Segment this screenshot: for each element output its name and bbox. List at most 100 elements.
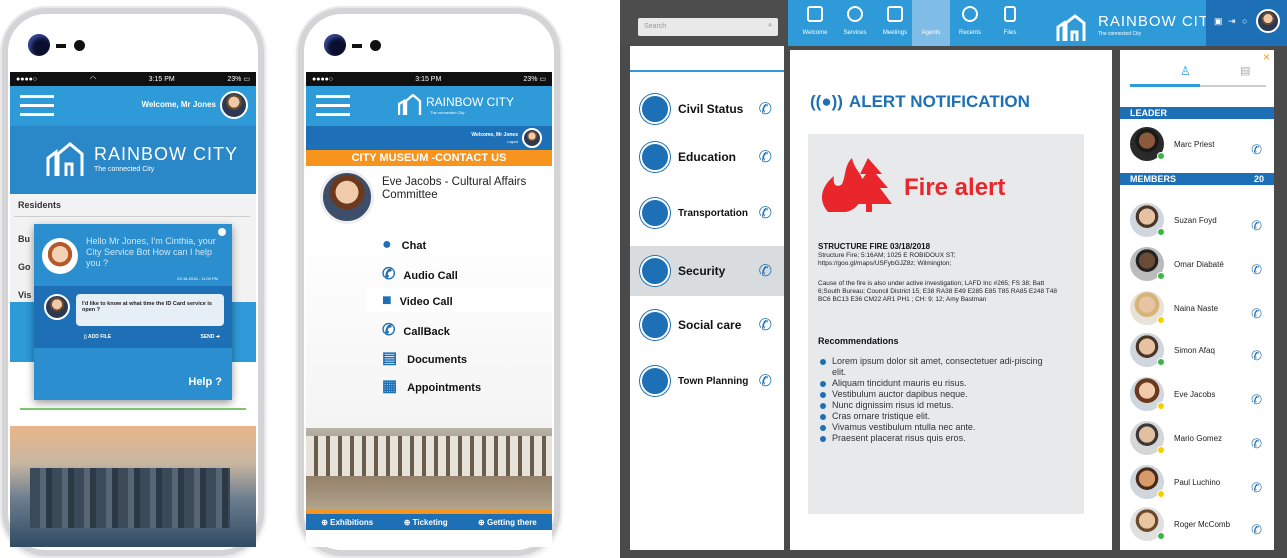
nav-services[interactable]: Services [835,0,875,46]
category-town-planning[interactable]: Town Planning ✆ [630,356,784,406]
file-icon[interactable]: ▤ [1240,64,1250,77]
leader-row[interactable]: Marc Priest ✆ [1120,124,1272,164]
callback-action[interactable]: ✆ CallBack [382,320,450,340]
contact-avatar [320,170,374,224]
phone-icon[interactable]: ✆ [759,261,772,281]
logout-link[interactable]: Logout [507,140,518,144]
fire-details: Structure Fire; 5:16AM; 1025 E ROBIDOUX … [818,252,956,267]
avatar[interactable] [522,128,542,148]
settings-icon[interactable]: ▣ [1214,16,1223,27]
heart-hand-icon [640,310,670,340]
footer-link-exhibitions[interactable]: ⊕ Exhibitions [321,518,373,527]
nav-meetings[interactable]: Meetings [875,0,915,46]
members-header: MEMBERS 20 [1120,173,1274,185]
nav-agents[interactable]: Agents [912,0,950,46]
leader-header: LEADER [1120,107,1274,119]
menu-item-residents[interactable]: Residents [18,200,61,210]
category-security[interactable]: Security ✆ [630,246,784,296]
phone-icon[interactable]: ✆ [759,371,772,391]
bot-avatar [42,238,78,274]
documents-action[interactable]: ▤ Documents [382,348,467,368]
list-item: Lorem ipsum dolor sit amet, consectetuer… [818,356,1054,378]
brand-name: RAINBOW CITY [426,95,515,109]
menu-item[interactable]: Vis [18,290,31,300]
menu-item[interactable]: Bu [18,234,30,244]
brand-tagline: The connected City [430,110,465,115]
phone-icon[interactable]: ✆ [1251,262,1262,278]
member-row[interactable]: Eve Jacobs ✆ [1120,374,1272,414]
category-transportation[interactable]: Transportation ✆ [630,188,784,238]
callback-icon: ✆ [382,322,396,339]
video-call-action[interactable]: ■ Video Call [382,292,453,310]
city-logo-icon [398,94,422,115]
category-education[interactable]: Education ✆ [630,132,784,182]
brand-name: RAINBOW CITY [94,144,239,164]
phone-icon[interactable]: ✆ [1251,480,1262,496]
search-input[interactable]: Search ⌕ [638,18,778,36]
nav-welcome[interactable]: Welcome [795,0,835,46]
member-row[interactable]: Paul Luchino ✆ [1120,462,1272,502]
structure-fire-title: STRUCTURE FIRE 03/18/2018 [818,242,931,251]
member-row[interactable]: Naina Naste ✆ [1120,288,1272,328]
phone-icon[interactable]: ✆ [1251,348,1262,364]
list-item: Praesent placerat risus quis eros. [818,433,1054,444]
close-icon[interactable]: × [1263,50,1270,64]
menu-item[interactable]: Go [18,262,31,272]
help-button[interactable]: Help ? [188,376,222,388]
member-row[interactable]: Omar Diabaté ✆ [1120,244,1272,284]
phone-icon[interactable]: ✆ [759,147,772,167]
phone-icon[interactable]: ✆ [1251,392,1262,408]
phone-icon[interactable]: ✆ [1251,436,1262,452]
documents-icon: ▤ [382,350,398,367]
contact-name: Eve Jacobs - Cultural Affairs Committee [382,176,527,201]
list-item: Nunc dignissim risus id metus. [818,400,1054,411]
phone-icon[interactable]: ✆ [759,203,772,223]
avatar [1130,291,1165,325]
message-timestamp: 03-18-2018 - 11:00 PM [177,276,218,281]
member-row[interactable]: Simon Afaq ✆ [1120,330,1272,370]
fire-cause: Cause of the fire is also under active i… [818,280,1057,303]
footer-link-ticketing[interactable]: ⊕ Ticketing [404,518,448,527]
footer-nav: ⊕ Exhibitions ⊕ Ticketing ⊕ Getting ther… [306,514,552,530]
police-icon [640,256,670,286]
avatar [1130,421,1165,455]
category-social-care[interactable]: Social care ✆ [630,300,784,350]
audio-call-action[interactable]: ✆ Audio Call [382,264,458,284]
phone-icon[interactable]: ✆ [1251,306,1262,322]
send-button[interactable]: SEND ➜ [201,334,221,340]
avatar[interactable] [220,91,248,119]
add-file-button[interactable]: ▯ ADD FILE [84,334,111,340]
phone-icon[interactable]: ✆ [759,315,772,335]
welcome-text: Welcome, Mr Jones [471,132,518,138]
member-row[interactable]: Roger McComb ✆ [1120,504,1272,544]
student-icon [640,142,670,172]
person-icon[interactable]: ♙ [1180,64,1191,78]
user-bar: Welcome, Mr Jones Logout [306,126,552,150]
profile-icon[interactable]: ○ [1242,16,1247,26]
menu-icon[interactable] [316,95,350,98]
avatar[interactable] [1256,9,1280,33]
logout-icon[interactable]: ⇥ [1228,16,1236,27]
member-row[interactable]: Mario Gomez ✆ [1120,418,1272,458]
category-civil-status[interactable]: Civil Status ✆ [630,84,784,134]
close-icon[interactable] [218,228,226,236]
footer-link-getting-there[interactable]: ⊕ Getting there [478,518,537,527]
chat-action[interactable]: ● Chat [382,236,426,254]
phone-icon[interactable]: ✆ [1251,522,1262,538]
menu-icon[interactable] [20,95,54,98]
alert-panel: ((●)) ALERT NOTIFICATION Fire alert STRUC… [790,50,1112,550]
bot-message: Hello Mr Jones, I'm Cinthia, your City S… [86,236,216,268]
phone-icon[interactable]: ✆ [1251,218,1262,234]
phone-icon[interactable]: ✆ [1251,142,1262,158]
nav-recents[interactable]: Recents [950,0,990,46]
city-logo-icon [1056,14,1086,41]
recommendations-list: Lorem ipsum dolor sit amet, consectetuer… [818,356,1054,444]
avatar [1130,203,1165,237]
appointments-action[interactable]: ▦ Appointments [382,376,481,396]
member-row[interactable]: Suzan Foyd ✆ [1120,200,1272,240]
phone-icon[interactable]: ✆ [759,99,772,119]
nav-files[interactable]: Files [990,0,1030,46]
user-avatar [44,294,70,320]
contact-card: Eve Jacobs - Cultural Affairs Committee [306,166,552,228]
phone2-header: RAINBOW CITY The connected City [306,86,552,126]
